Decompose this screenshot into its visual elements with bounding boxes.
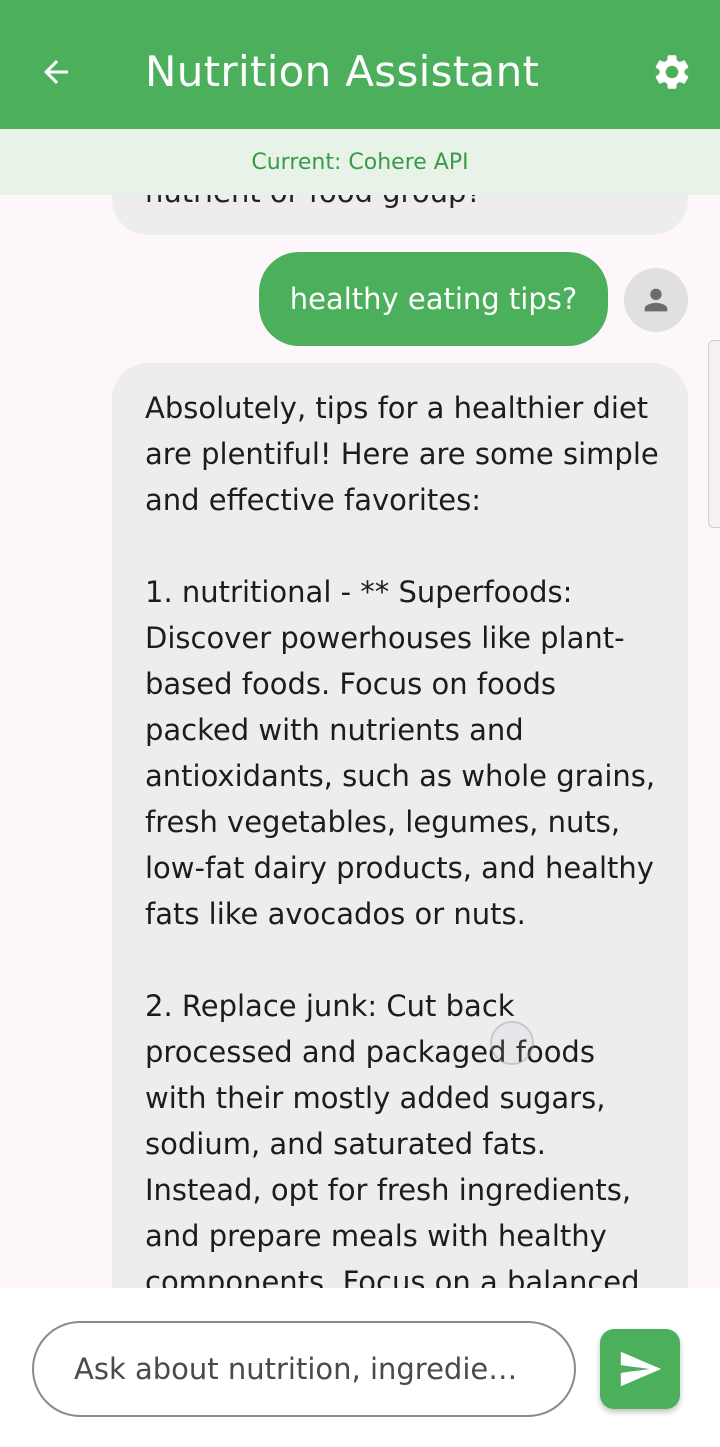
api-status-banner: Current: Cohere API (0, 129, 720, 195)
arrow-back-icon (44, 60, 68, 84)
send-icon (620, 1351, 662, 1387)
bot-message-text: Absolutely, tips for a healthier diet ar… (145, 391, 659, 1288)
message-input-container[interactable] (32, 1321, 576, 1417)
bot-message-bubble: Absolutely, tips for a healthier diet ar… (112, 363, 688, 1288)
back-button[interactable] (34, 50, 78, 94)
bot-message-bubble: nutrient or food group? (112, 195, 688, 235)
message-input[interactable] (74, 1352, 534, 1386)
person-icon (644, 288, 668, 312)
user-avatar (624, 268, 688, 332)
gear-icon (655, 55, 689, 89)
send-button[interactable] (600, 1329, 680, 1409)
settings-button[interactable] (648, 48, 696, 96)
app-screen: Nutrition Assistant Current: Cohere API … (0, 0, 720, 1447)
message-input-bar (0, 1288, 720, 1447)
api-status-text: Current: Cohere API (251, 149, 469, 175)
touch-indicator (490, 1021, 534, 1065)
user-message-text: healthy eating tips? (289, 282, 578, 316)
app-bar: Nutrition Assistant (0, 0, 720, 129)
user-message-bubble: healthy eating tips? (259, 252, 608, 346)
bot-message-text: nutrient or food group? (145, 195, 482, 209)
chat-list[interactable]: nutrient or food group? healthy eating t… (0, 195, 720, 1288)
page-title: Nutrition Assistant (145, 47, 540, 96)
scrollbar-thumb[interactable] (708, 340, 720, 528)
